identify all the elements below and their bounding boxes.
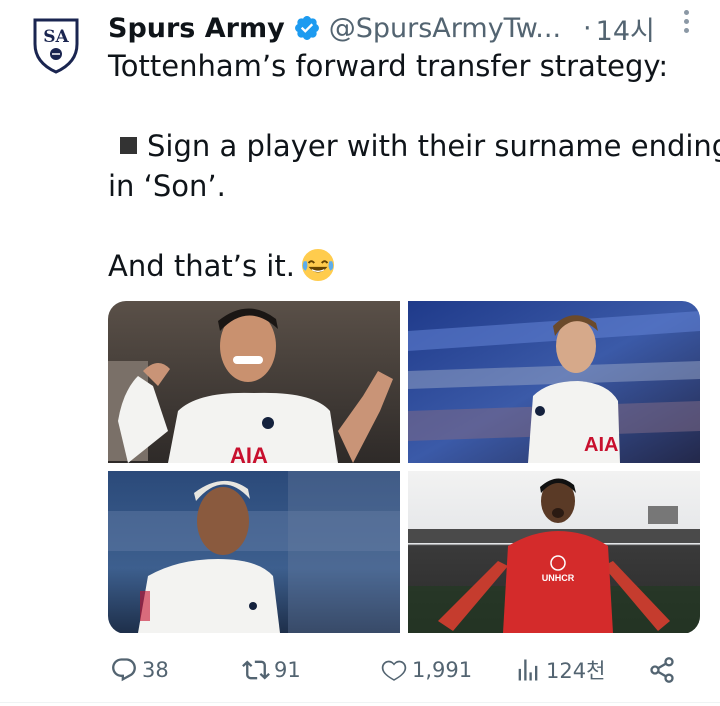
views-button[interactable]: 124천 <box>514 654 605 686</box>
reply-button[interactable]: 38 <box>110 654 169 686</box>
svg-text:AIA: AIA <box>230 443 268 463</box>
tweet-line: And that’s it. <box>108 249 295 283</box>
retweet-count: 91 <box>274 658 301 682</box>
author-avatar[interactable]: SA <box>22 10 90 78</box>
share-button[interactable] <box>648 654 680 686</box>
black-square-bullet-icon <box>120 137 137 154</box>
spurs-army-logo-icon: SA <box>33 18 79 74</box>
tweet-body: Tottenham’s forward transfer strategy: S… <box>108 46 720 286</box>
tweet-line-bullet: Sign a player with their surname ending <box>108 126 720 166</box>
tears-of-joy-emoji-icon <box>301 248 335 282</box>
tweet-header: Spurs Army @SpursArmyTw... · 14시 <box>108 8 708 48</box>
heart-icon <box>381 660 407 681</box>
tweet-line: Tottenham’s forward transfer strategy: <box>108 49 669 83</box>
views-count: 124천 <box>546 659 606 683</box>
retweet-icon <box>242 660 270 680</box>
bottom-divider <box>0 702 720 703</box>
author-name[interactable]: Spurs Army <box>108 13 285 44</box>
svg-text:UNHCR: UNHCR <box>542 573 575 583</box>
tweet-photo-3[interactable] <box>108 471 400 633</box>
tweet-action-bar: 38 91 1,991 124천 <box>108 650 708 690</box>
verified-badge-icon[interactable] <box>293 14 321 42</box>
share-icon <box>650 657 674 683</box>
tweet-line: in ‘Son’. <box>108 169 226 203</box>
tweet-photo-1[interactable]: AIA <box>108 301 400 463</box>
tweet-line-final: And that’s it. <box>108 246 708 286</box>
svg-text:AIA: AIA <box>584 434 618 456</box>
tweet-photo-4[interactable]: UNHCR <box>408 471 700 633</box>
views-chart-icon <box>518 659 538 681</box>
retweet-button[interactable]: 91 <box>242 654 301 686</box>
reply-count: 38 <box>142 658 169 682</box>
reply-icon <box>112 658 136 682</box>
like-button[interactable]: 1,991 <box>380 654 472 686</box>
tweet-line: Sign a player with their surname ending <box>147 129 720 163</box>
separator-dot: · <box>583 12 592 44</box>
svg-text:SA: SA <box>43 27 69 47</box>
tweet-photo-2[interactable]: AIA <box>408 301 700 463</box>
author-handle[interactable]: @SpursArmyTw... <box>329 13 561 44</box>
like-count: 1,991 <box>412 658 473 682</box>
media-grid: AIA AIA UNHCR <box>108 301 700 634</box>
more-options-icon[interactable] <box>674 6 698 36</box>
tweet-timestamp[interactable]: 14시 <box>596 9 655 48</box>
